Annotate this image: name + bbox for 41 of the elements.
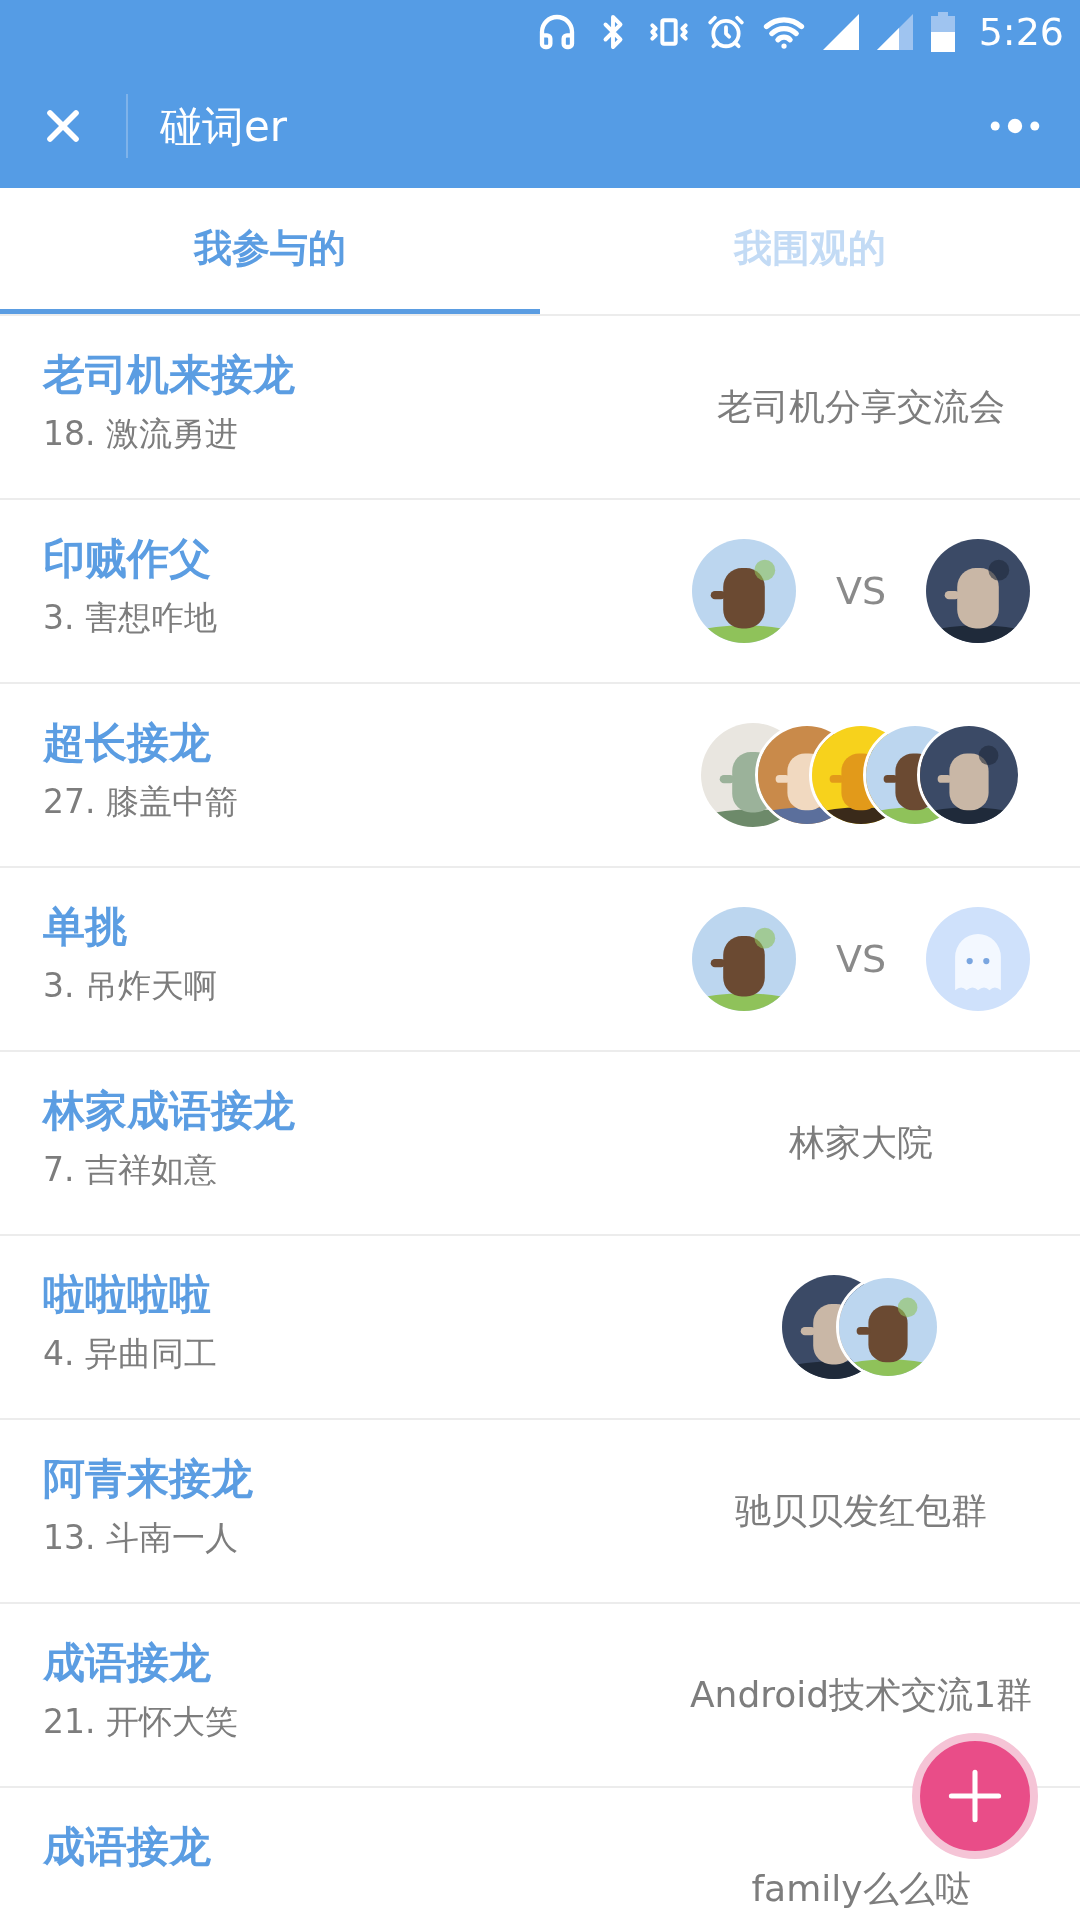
item-title: 单挑 [43,902,128,952]
tab[interactable]: 我参与的 [0,188,540,314]
versus-label: VS [835,935,887,983]
list-item[interactable]: 啦啦啦啦 4. 异曲同工 [0,1236,1080,1420]
item-subtitle: 21. 开怀大笑 [43,1702,239,1742]
item-subtitle: 3. 害想咋地 [43,598,218,638]
item-title: 成语接龙 [43,1638,212,1688]
item-subtitle: 27. 膝盖中箭 [43,782,239,822]
item-title: 印贼作父 [43,534,212,584]
more-icon [988,117,1042,135]
group-name: Android技术交流1群 [689,1673,1033,1717]
group-name: 林家大院 [789,1121,933,1165]
signal-icon [876,14,913,50]
plus-icon [948,1769,1002,1823]
list-item[interactable]: 超长接龙 27. 膝盖中箭 [0,684,1080,868]
signal-icon [822,14,859,50]
window-title: 碰词er [160,100,289,153]
item-subtitle: 13. 斗南一人 [43,1518,239,1558]
list-item[interactable]: 阿青来接龙 13. 斗南一人 驰贝贝发红包群 [0,1420,1080,1604]
item-title: 超长接龙 [43,718,212,768]
group-name: 老司机分享交流会 [717,385,1005,429]
versus-label: VS [835,567,887,615]
list-item[interactable]: 单挑 3. 吊炸天啊 VS [0,868,1080,1052]
item-title: 成语接龙 [43,1822,212,1872]
group-name: family么么哒 [751,1867,971,1911]
item-title: 啦啦啦啦 [43,1270,212,1320]
item-subtitle: 18. 激流勇进 [43,414,239,454]
item-title: 阿青来接龙 [43,1454,254,1504]
group-name: 驰贝贝发红包群 [735,1489,987,1533]
list-item[interactable]: 老司机来接龙 18. 激流勇进 老司机分享交流会 [0,316,1080,500]
item-subtitle: 3. 吊炸天啊 [43,966,218,1006]
list-item[interactable]: 印贼作父 3. 害想咋地 VS [0,500,1080,684]
item-subtitle: 4. 异曲同工 [43,1334,218,1374]
clock-time: 5:26 [978,8,1064,56]
item-title: 林家成语接龙 [43,1086,296,1136]
item-title: 老司机来接龙 [43,350,296,400]
ghost-avatar-icon [926,907,1031,1011]
item-subtitle: 7. 吉祥如意 [43,1150,218,1190]
battery-icon [930,12,955,52]
list-item[interactable]: 林家成语接龙 7. 吉祥如意 林家大院 [0,1052,1080,1236]
alarm-icon [706,13,745,51]
